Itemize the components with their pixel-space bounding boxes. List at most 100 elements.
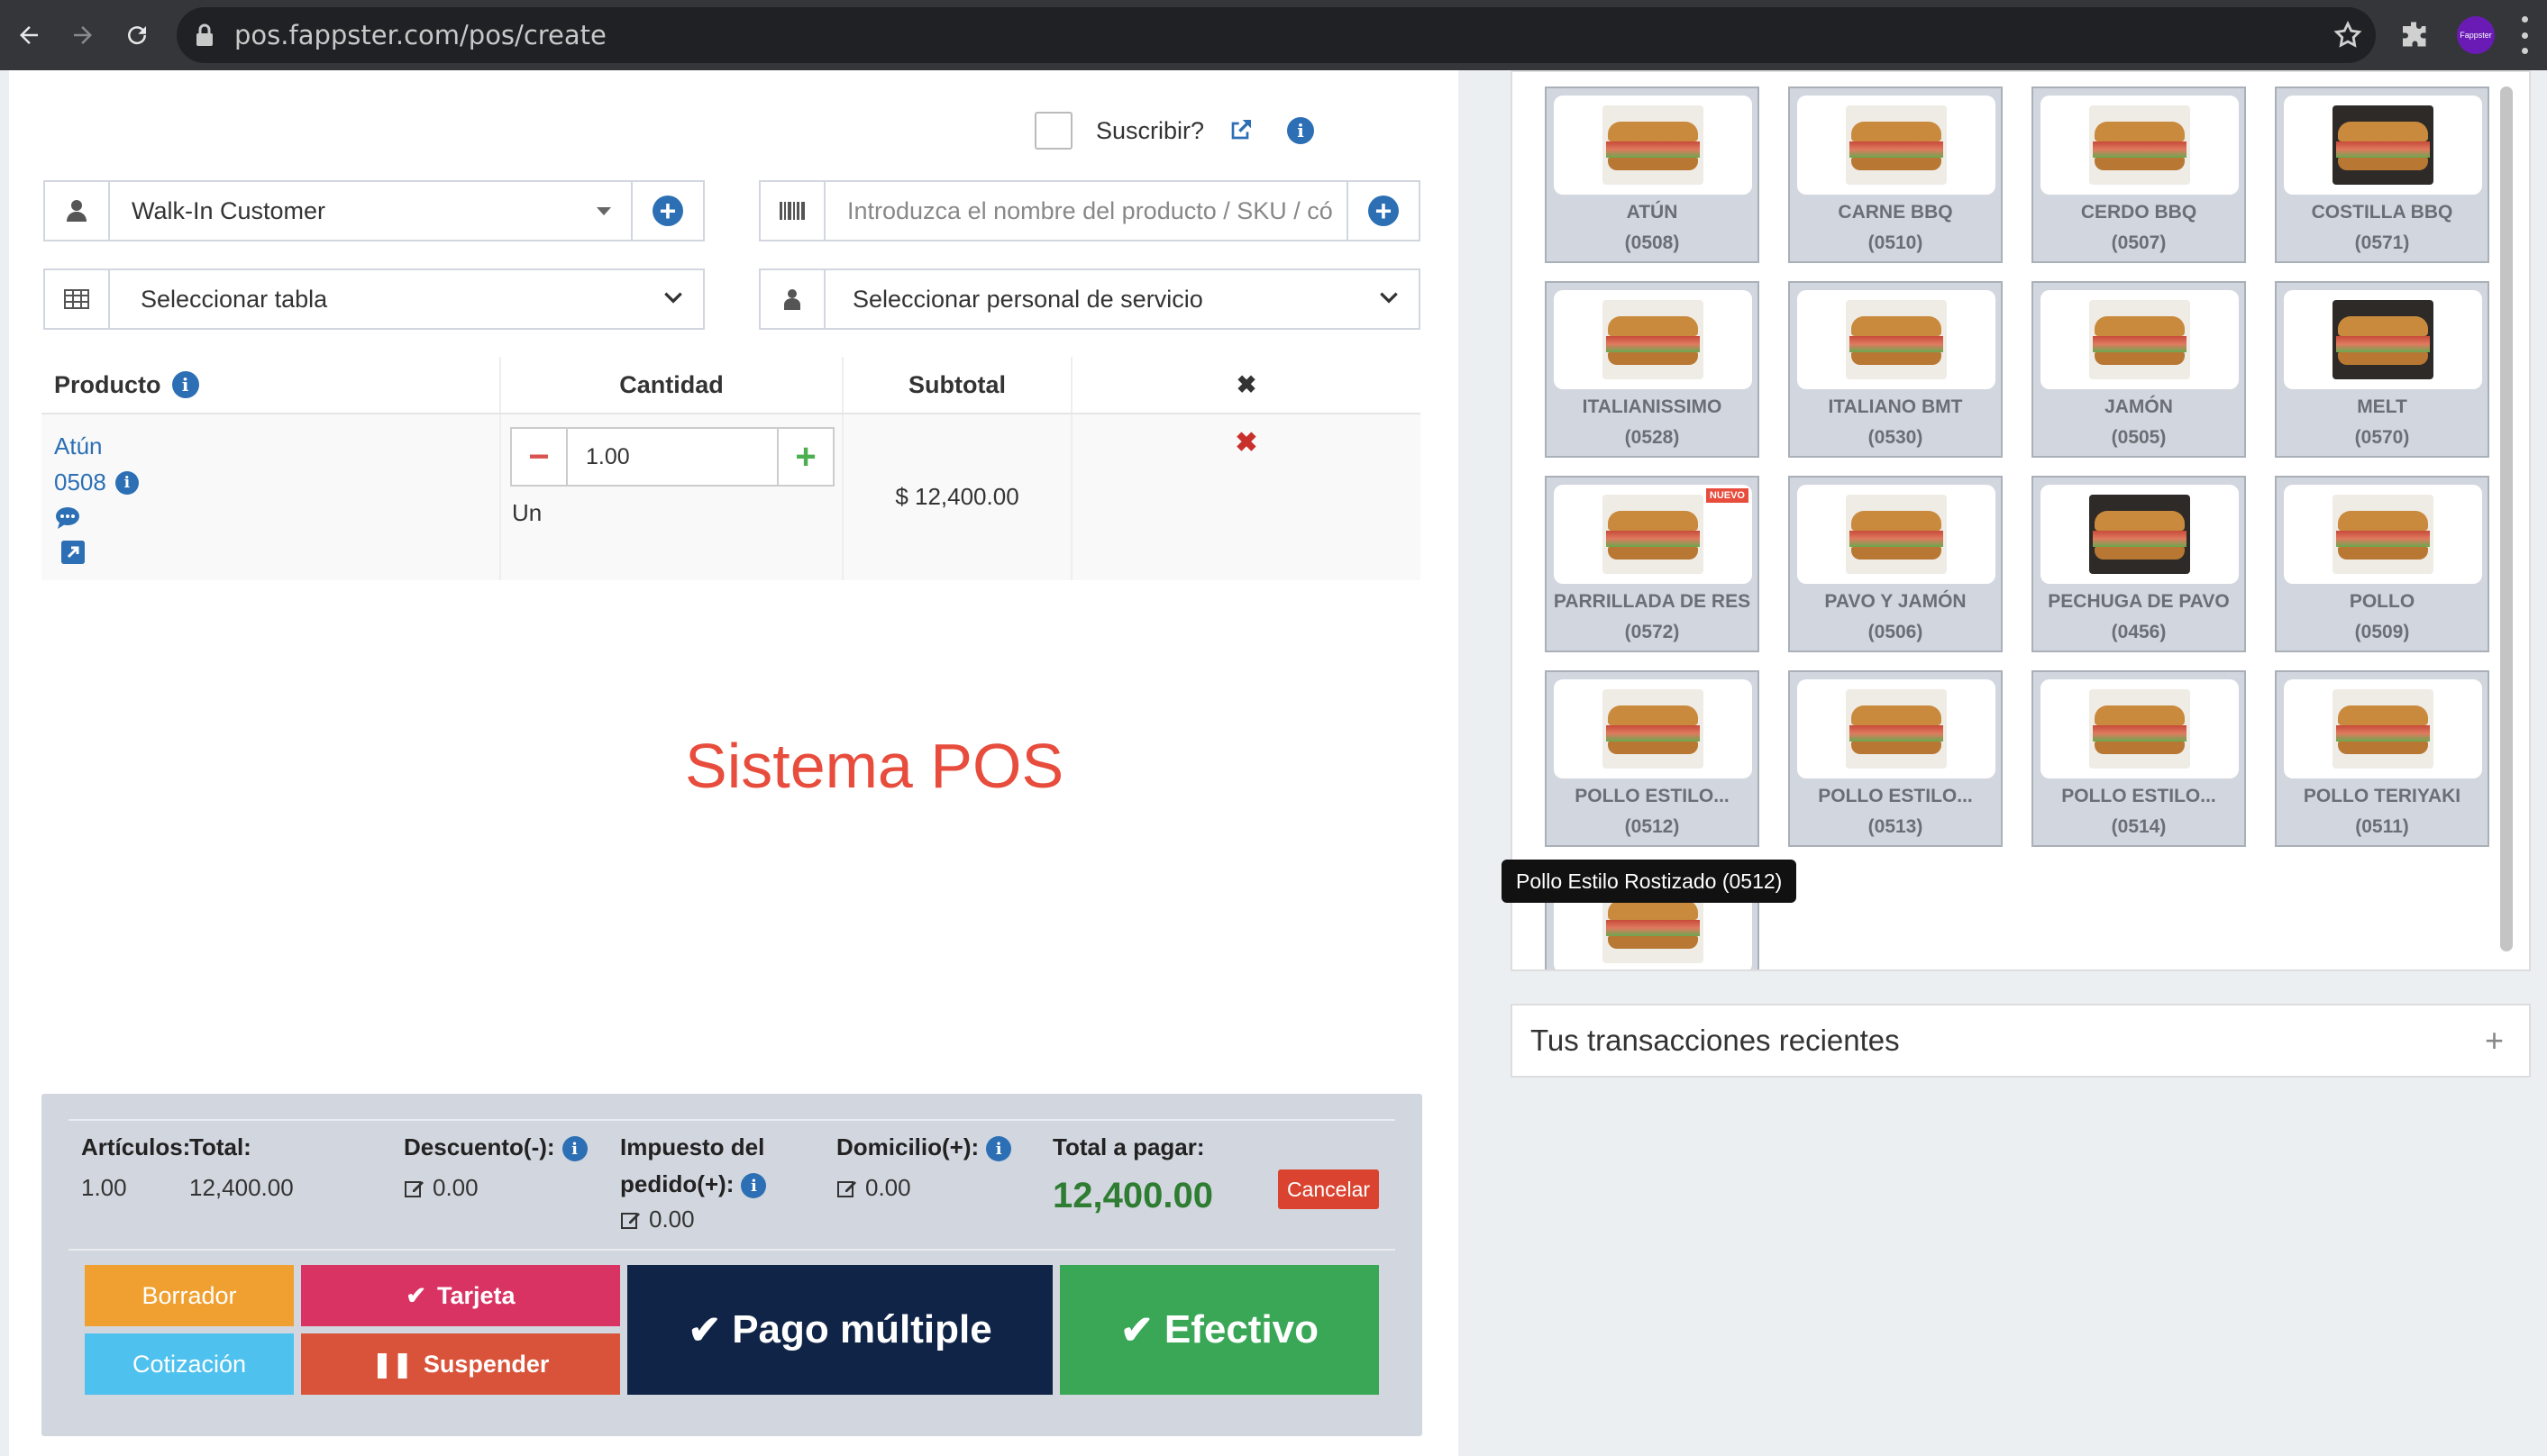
decrease-quantity-button[interactable]: − [512,429,568,485]
total-label: Total: [189,1133,251,1160]
product-image: NUEVO [1554,485,1752,584]
product-tile[interactable]: PECHUGA DE PAVO (0456) [2031,476,2246,652]
info-icon[interactable]: i [741,1173,767,1199]
edit-icon[interactable] [836,1178,858,1199]
cash-label: Efectivo [1164,1307,1319,1351]
expand-plus-icon[interactable]: + [2485,1022,2504,1060]
browser-menu-icon[interactable] [2520,16,2529,54]
extensions-puzzle-icon[interactable] [2397,18,2430,50]
increase-quantity-button[interactable]: + [777,429,833,485]
product-tile[interactable]: POLLO TERIYAKI (0511) [2275,670,2489,847]
forward-arrow-icon[interactable] [56,8,110,62]
product-grid-scrollbar[interactable] [2500,86,2513,951]
sandwich-image [2089,105,2190,185]
product-tile[interactable]: ITALIANO BMT (0530) [1788,281,2003,458]
table-icon [45,270,110,328]
product-image [2040,96,2239,195]
cart-table: Producto i Cantidad Subtotal ✖ Atún 0508… [41,357,1420,580]
product-tile[interactable]: POLLO ESTILO... (0513) [1788,670,2003,847]
edit-icon[interactable] [620,1209,642,1231]
payable-value: 12,400.00 [1053,1176,1213,1215]
cart-product-name[interactable]: Atún [54,432,103,460]
cart-product-code: 0508 i [54,469,139,496]
tax-label-line1: Impuesto del [620,1133,765,1160]
product-code: (0570) [2354,427,2410,448]
product-image [1797,679,1995,778]
product-name: POLLO ESTILO... [2061,786,2216,806]
product-tile[interactable]: ATÚN (0508) [1545,86,1759,263]
remove-item-icon[interactable]: ✖ [1073,427,1420,459]
sandwich-image [2332,495,2433,574]
product-tile[interactable]: PAVO Y JAMÓN (0506) [1788,476,2003,652]
edit-icon[interactable] [404,1178,425,1199]
shipping-value: 0.00 [865,1174,911,1202]
sandwich-image [2089,495,2190,574]
discount-value: 0.00 [433,1174,479,1202]
customer-select[interactable]: Walk-In Customer + [43,180,705,241]
info-icon[interactable]: i [1287,117,1315,144]
product-tile[interactable]: POLLO (0509) [2275,476,2489,652]
product-tile[interactable]: POLLO ESTILO... (0512) [1545,670,1759,847]
product-tile[interactable]: POLLO ESTILO... (0514) [2031,670,2246,847]
cart-product-cell: Atún 0508 i [41,414,501,580]
product-name: MELT [2357,396,2407,417]
divider [68,1119,1395,1121]
product-image [1554,96,1752,195]
left-edge [0,70,9,1456]
add-product-button[interactable]: + [1347,182,1419,240]
profile-avatar[interactable]: Fappster [2457,16,2495,54]
info-icon[interactable]: i [986,1136,1012,1162]
lock-icon [196,23,213,46]
new-badge: NUEVO [1705,488,1748,503]
info-icon[interactable]: i [114,470,139,495]
info-icon[interactable]: i [171,371,199,398]
sandwich-image [1602,689,1703,769]
quotation-label: Cotización [132,1350,247,1378]
product-code: (0512) [1624,816,1680,837]
table-select[interactable]: Seleccionar tabla [43,268,705,330]
discount-label: Descuento(-): [404,1133,555,1160]
edit-arrow-icon[interactable] [61,541,85,564]
product-tile[interactable]: CERDO BBQ (0507) [2031,86,2246,263]
cart-quantity-cell: − 1.00 + Un [501,414,844,580]
service-staff-select[interactable]: Seleccionar personal de servicio [759,268,1420,330]
totals-panel: Artículos: 1.00 Total: 12,400.00 Descuen… [41,1094,1422,1436]
card-payment-button[interactable]: ✔ Tarjeta [301,1265,620,1326]
tax-value: 0.00 [649,1206,695,1233]
subscribe-checkbox[interactable] [1035,112,1073,150]
product-tile[interactable]: COSTILLA BBQ (0571) [2275,86,2489,263]
product-tile[interactable]: JAMÓN (0505) [2031,281,2246,458]
address-bar[interactable]: pos.fappster.com/pos/create [177,7,2376,63]
product-tile[interactable]: MELT (0570) [2275,281,2489,458]
product-search-input[interactable]: Introduzca el nombre del producto / SKU … [826,197,1347,225]
product-name: CARNE BBQ [1838,202,1953,223]
draft-button[interactable]: Borrador [85,1265,294,1326]
quantity-stepper: − 1.00 + [510,427,835,487]
multiple-payment-button[interactable]: ✔ Pago múltiple [627,1265,1053,1395]
add-customer-button[interactable]: + [631,182,703,240]
shipping: Domicilio(+): i 0.00 [836,1133,1012,1202]
recent-transactions-panel[interactable]: Tus transacciones recientes + [1511,1004,2531,1078]
sandwich-image [1846,495,1947,574]
product-tile[interactable]: CARNE BBQ (0510) [1788,86,2003,263]
product-search-field[interactable]: Introduzca el nombre del producto / SKU … [759,180,1420,241]
external-link-icon[interactable] [1226,116,1255,145]
info-icon[interactable]: i [561,1136,588,1162]
comment-icon[interactable] [54,506,81,530]
sandwich-image [2089,300,2190,379]
reload-icon[interactable] [110,8,164,62]
quotation-button[interactable]: Cotización [85,1333,294,1395]
suspend-button[interactable]: ❚❚ Suspender [301,1333,620,1395]
cancel-button[interactable]: Cancelar [1278,1169,1379,1209]
product-tile[interactable]: ITALIANISSIMO (0528) [1545,281,1759,458]
check-icon: ✔ [406,1281,427,1309]
quantity-input[interactable]: 1.00 [568,429,777,485]
bookmark-star-icon[interactable] [2332,20,2363,50]
product-tile[interactable]: NUEVO PARRILLADA DE RES (0572) [1545,476,1759,652]
product-tooltip: Pollo Estilo Rostizado (0512) [1502,860,1797,903]
product-name: POLLO ESTILO... [1575,786,1730,806]
tax-label-line2: pedido(+): [620,1170,735,1197]
back-arrow-icon[interactable] [2,8,56,62]
product-image [2284,679,2482,778]
cash-payment-button[interactable]: ✔ Efectivo [1060,1265,1379,1395]
